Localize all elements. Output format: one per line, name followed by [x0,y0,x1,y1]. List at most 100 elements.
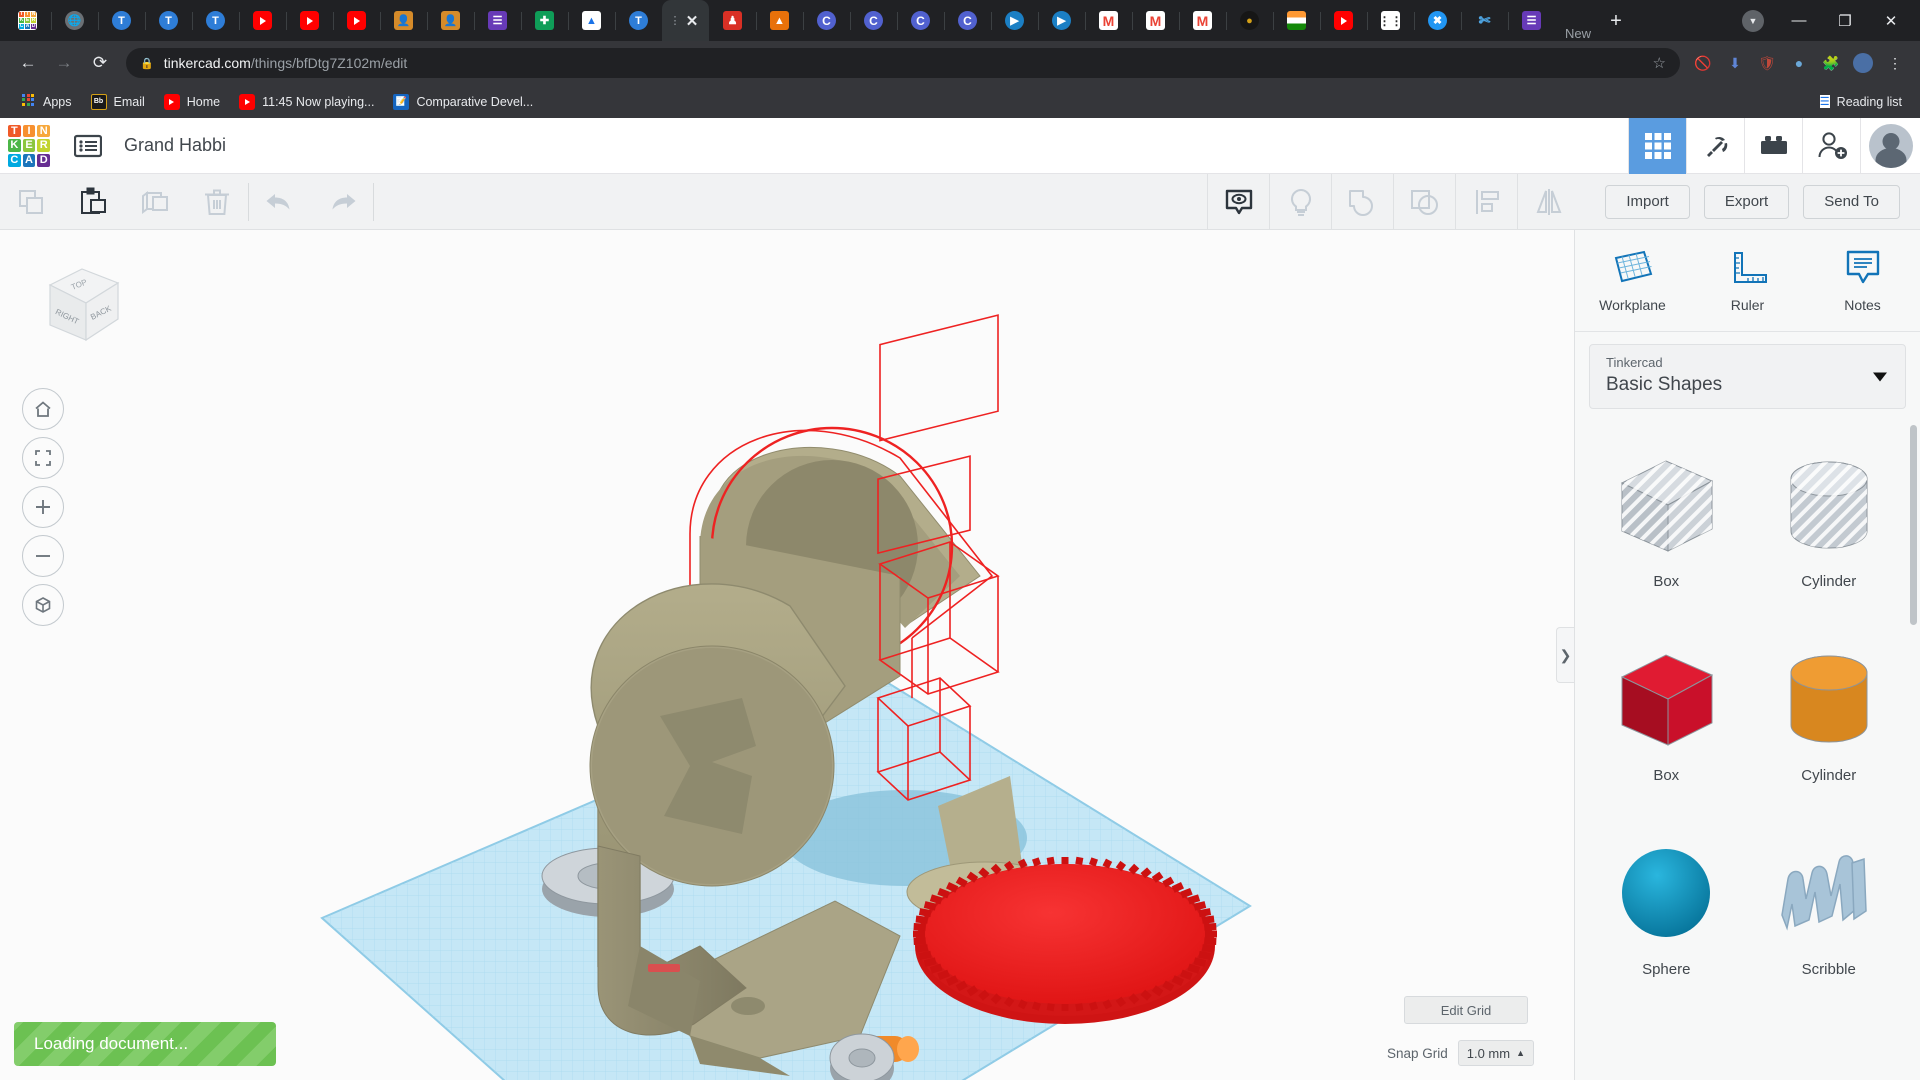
sheets-tab[interactable]: ✚ [521,0,568,41]
tinkercad-logo-tab[interactable]: TINKERCAD [4,0,51,41]
tab-menu-dots-icon[interactable]: ⋮ [670,19,681,23]
coursera-tab-2[interactable]: C [850,0,897,41]
grid-view-button[interactable] [1628,118,1686,174]
keep-tab[interactable]: ☰ [474,0,521,41]
globe-tab[interactable]: 🌐 [51,0,98,41]
codeblocks-button[interactable] [1686,118,1744,174]
drive-tab[interactable]: ▲ [568,0,615,41]
profile-chip[interactable]: ▼ [1730,5,1776,37]
shape-browser[interactable]: BoxCylinderBoxCylinderSphereScribble [1575,409,1920,1080]
send-to-button[interactable]: Send To [1803,185,1900,219]
red-tab[interactable]: ♟ [709,0,756,41]
undo-button[interactable] [249,174,311,230]
small-gear-bottom[interactable] [830,1034,894,1080]
reload-button[interactable]: ⟳ [82,45,118,81]
shape-box-solid[interactable]: Box [1585,617,1748,805]
reading-list-button[interactable]: ☰ Reading list [1820,95,1908,109]
tinkercad-logo[interactable]: TINKERCAD [6,123,52,169]
coursera-tab-4[interactable]: C [944,0,991,41]
3d-viewport[interactable]: TOP RIGHT BACK [0,230,1574,1080]
youtube-tab-2[interactable] [286,0,333,41]
bookmark-item-0[interactable]: Apps [12,90,80,114]
export-button[interactable]: Export [1704,185,1789,219]
bookmark-item-1[interactable]: BbEmail [83,90,153,114]
shield-icon[interactable]: 🛡 [1752,48,1782,78]
close-window-button[interactable]: ✕ [1868,5,1914,37]
gmail-tab-1[interactable]: M [1085,0,1132,41]
redo-button[interactable] [311,174,373,230]
bricks-button[interactable] [1744,118,1802,174]
group-button[interactable] [1331,174,1393,230]
downloads-icon[interactable]: ⬇ [1720,48,1750,78]
duplicate-button[interactable] [124,174,186,230]
address-bar[interactable]: 🔒 tinkercad.com/things/bfDtg7Z102m/edit … [126,48,1680,78]
delete-button[interactable] [186,174,248,230]
hamburger-list-icon[interactable] [66,124,110,168]
light-button[interactable] [1269,174,1331,230]
shape-cylinder-solid[interactable]: Cylinder [1748,617,1911,805]
invite-button[interactable] [1802,118,1860,174]
snap-grid-select[interactable]: 1.0 mm ▲ [1458,1040,1534,1066]
gmail-tab-2[interactable]: M [1132,0,1179,41]
extensions-icon[interactable]: 🧩 [1816,48,1846,78]
scissors-tab[interactable]: ✄ [1461,0,1508,41]
player-tab-2[interactable]: ▶ [1038,0,1085,41]
scene-render[interactable] [0,230,1574,1080]
profile-icon[interactable] [1848,48,1878,78]
notes-tool[interactable]: Notes [1805,230,1920,331]
tab-group-label[interactable]: New [1555,26,1601,41]
shape-library-select[interactable]: Tinkercad Basic Shapes [1589,344,1906,409]
incognito-icon[interactable]: ● [1784,48,1814,78]
mirror-button[interactable] [1517,174,1579,230]
blue-x-tab[interactable]: ✖ [1414,0,1461,41]
minimize-button[interactable]: — [1776,5,1822,37]
new-tab-button[interactable]: + [1601,6,1631,36]
bookmark-item-4[interactable]: 📝Comparative Devel... [385,90,541,114]
purple-list-tab[interactable]: ☰ [1508,0,1555,41]
bookmark-item-2[interactable]: Home [156,90,228,114]
page-title[interactable]: Grand Habbi [124,135,226,156]
panel-collapse-toggle[interactable]: ❯ [1556,627,1574,683]
avatar[interactable] [1860,118,1920,174]
dots-grid-tab[interactable]: ⋮⋮ [1367,0,1414,41]
tinkercad-tab-1[interactable] [98,0,145,41]
bookmark-item-3[interactable]: 11:45 Now playing... [231,90,382,114]
shape-sphere[interactable]: Sphere [1585,811,1748,999]
copy-button[interactable] [0,174,62,230]
active-tab[interactable]: ⋮✕ [662,0,709,41]
import-button[interactable]: Import [1605,185,1690,219]
maximize-button[interactable]: ❐ [1822,5,1868,37]
coursera-tab-3[interactable]: C [897,0,944,41]
shape-cylinder-hole[interactable]: Cylinder [1748,423,1911,611]
youtube-tab-1[interactable] [239,0,286,41]
image-tab-1[interactable]: 👤 [380,0,427,41]
paste-button[interactable] [62,174,124,230]
forward-button[interactable]: → [46,45,82,81]
browser-menu-icon[interactable]: ⋮ [1880,48,1910,78]
workplane-tool[interactable]: Workplane [1575,230,1690,331]
india-flag-tab[interactable] [1273,0,1320,41]
align-button[interactable] [1455,174,1517,230]
edit-grid-button[interactable]: Edit Grid [1404,996,1528,1024]
ruler-tool[interactable]: Ruler [1690,230,1805,331]
red-gear[interactable] [913,857,1217,1024]
image-tab-2[interactable]: 👤 [427,0,474,41]
gmail-tab-3[interactable]: M [1179,0,1226,41]
ungroup-button[interactable] [1393,174,1455,230]
coursera-tab-1[interactable]: C [803,0,850,41]
youtube-tab-3[interactable] [333,0,380,41]
shape-scribble[interactable]: Scribble [1748,811,1911,999]
tinkercad-tab-4[interactable] [615,0,662,41]
close-icon[interactable]: ✕ [683,11,702,30]
dark-badge-tab[interactable]: ● [1226,0,1273,41]
back-button[interactable]: ← [10,45,46,81]
youtube-tab-4[interactable] [1320,0,1367,41]
tinkercad-tab-3[interactable] [192,0,239,41]
show-hide-button[interactable] [1207,174,1269,230]
block-icon[interactable]: 🚫 [1688,48,1718,78]
orange-tab[interactable]: ▲ [756,0,803,41]
panel-scrollbar[interactable] [1910,425,1917,625]
bookmark-star-icon[interactable]: ☆ [1653,54,1666,72]
shape-box-hole[interactable]: Box [1585,423,1748,611]
player-tab-1[interactable]: ▶ [991,0,1038,41]
